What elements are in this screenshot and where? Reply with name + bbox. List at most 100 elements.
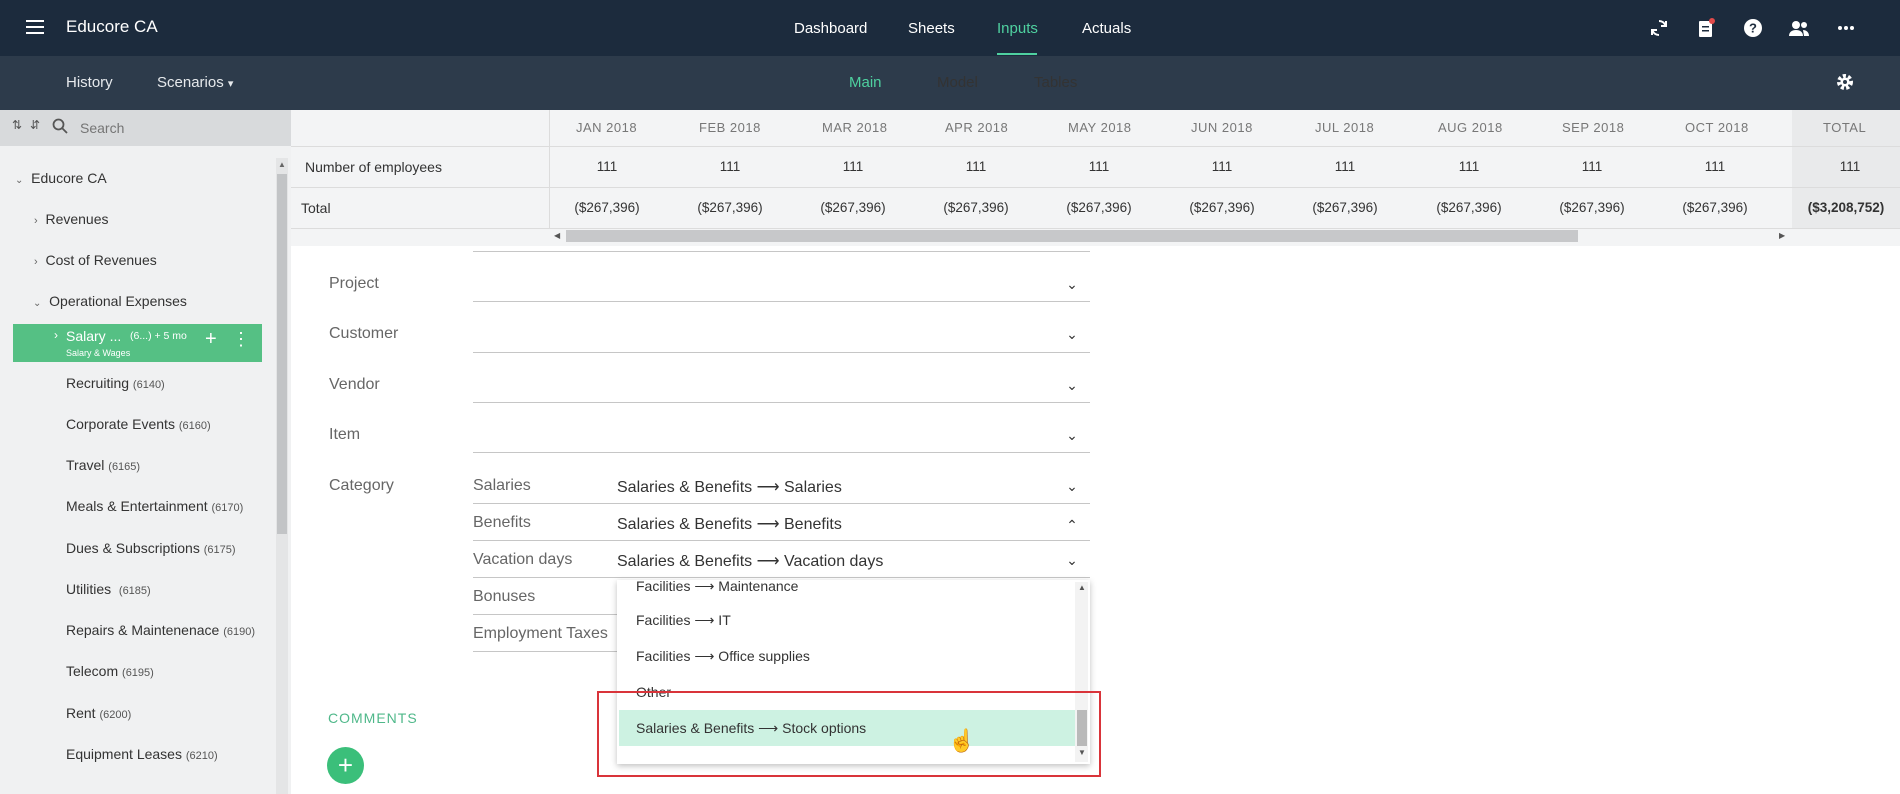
- nav-inputs[interactable]: Inputs: [997, 20, 1038, 37]
- sidebar-scroll-thumb[interactable]: [277, 174, 287, 534]
- grid-cell[interactable]: 111: [557, 159, 657, 174]
- tree-item[interactable]: Meals & Entertainment (6170): [66, 498, 243, 514]
- grid-cell: ($267,396): [1066, 200, 1132, 215]
- chevron-down-icon[interactable]: ⌄: [1064, 377, 1080, 394]
- row-label-employees: Number of employees: [305, 159, 442, 175]
- col-header-feb: FEB 2018: [699, 120, 761, 135]
- scenarios-dropdown[interactable]: Scenarios ▾: [157, 74, 233, 91]
- grid-cell[interactable]: 111: [1665, 159, 1765, 174]
- project-select[interactable]: [473, 301, 1090, 302]
- menu-icon[interactable]: [26, 20, 44, 34]
- chevron-down-icon[interactable]: ⌄: [1064, 478, 1080, 495]
- top-bar: Educore CA Dashboard Sheets Inputs Actua…: [0, 0, 1900, 56]
- add-comment-button[interactable]: +: [327, 747, 364, 784]
- active-tab-underline: [997, 53, 1037, 55]
- grid-divider: [291, 187, 1900, 188]
- dropdown-option[interactable]: Facilities ⟶ Maintenance: [636, 578, 798, 595]
- category-value[interactable]: Salaries & Benefits ⟶ Benefits: [617, 514, 842, 534]
- col-header-sep: SEP 2018: [1562, 120, 1625, 135]
- tree-item-salary-selected[interactable]: › Salary ... (6...) + 5 mo Salary & Wage…: [13, 324, 262, 362]
- grid-cell[interactable]: 111: [1295, 159, 1395, 174]
- sort-icon[interactable]: ⇵: [30, 118, 40, 132]
- hand-cursor-icon: ☝: [948, 728, 976, 753]
- selected-item-sublabel: Salary & Wages: [66, 348, 131, 358]
- grid-cell: ($267,396): [1189, 200, 1255, 215]
- dropdown-option[interactable]: Facilities ⟶ IT: [636, 612, 731, 629]
- grid-cell[interactable]: 111: [803, 159, 903, 174]
- grid-total-cell: 111: [1839, 159, 1861, 174]
- col-header-may: MAY 2018: [1068, 120, 1132, 135]
- search-input[interactable]: [80, 118, 270, 138]
- col-header-oct: OCT 2018: [1685, 120, 1749, 135]
- vendor-label: Vendor: [329, 376, 380, 393]
- col-header-jul: JUL 2018: [1315, 120, 1375, 135]
- users-icon[interactable]: [1788, 18, 1810, 38]
- tree-item[interactable]: Recruiting (6140): [66, 375, 165, 391]
- more-icon[interactable]: [1835, 18, 1857, 38]
- grid-cell[interactable]: 111: [926, 159, 1026, 174]
- grid-cell: ($267,396): [697, 200, 763, 215]
- grid-cell[interactable]: 111: [1049, 159, 1149, 174]
- tree-item-operational-expenses[interactable]: ⌄ Operational Expenses: [33, 293, 187, 309]
- tree-item[interactable]: Travel (6165): [66, 457, 140, 473]
- tree-item-cost-of-revenues[interactable]: › Cost of Revenues: [34, 252, 157, 268]
- category-value[interactable]: Salaries & Benefits ⟶ Vacation days: [617, 551, 883, 571]
- refresh-icon[interactable]: [1648, 18, 1670, 38]
- tab-tables[interactable]: Tables: [1034, 74, 1077, 91]
- chevron-down-icon[interactable]: ⌄: [1064, 276, 1080, 293]
- tree-root[interactable]: ⌄ Educore CA: [15, 170, 107, 186]
- tree-item[interactable]: Utilities (6185): [66, 581, 151, 597]
- tree-item[interactable]: Dues & Subscriptions (6175): [66, 540, 236, 556]
- nav-dashboard[interactable]: Dashboard: [794, 20, 867, 37]
- highlight-annotation-box: [597, 691, 1101, 777]
- tree-item[interactable]: Rent (6200): [66, 705, 131, 721]
- expand-collapse-icon[interactable]: ⇅: [12, 118, 22, 132]
- category-name: Vacation days: [473, 551, 573, 568]
- grid-total-cell: ($3,208,752): [1807, 200, 1885, 215]
- grid-cell: ($267,396): [943, 200, 1009, 215]
- chevron-down-icon: ⌄: [33, 298, 42, 309]
- tree-item[interactable]: Telecom (6195): [66, 663, 154, 679]
- customer-select[interactable]: [473, 352, 1090, 353]
- scroll-up-icon[interactable]: ▲: [1078, 583, 1086, 592]
- dropdown-option[interactable]: Facilities ⟶ Office supplies: [636, 648, 810, 665]
- tree-item[interactable]: Repairs & Maintenenace (6190): [66, 622, 255, 638]
- grid-horizontal-scroll-thumb[interactable]: [566, 230, 1578, 242]
- chevron-down-icon[interactable]: ⌄: [1064, 427, 1080, 444]
- field-underline: [473, 251, 1090, 252]
- history-link[interactable]: History: [66, 74, 113, 91]
- nav-sheets[interactable]: Sheets: [908, 20, 955, 37]
- chevron-right-icon: ›: [54, 328, 58, 342]
- category-name: Employment Taxes: [473, 625, 608, 642]
- svg-text:?: ?: [1749, 21, 1757, 36]
- tree-item-revenues[interactable]: › Revenues: [34, 211, 109, 227]
- nav-actuals[interactable]: Actuals: [1082, 20, 1131, 37]
- add-icon[interactable]: +: [205, 328, 217, 350]
- grid-cell[interactable]: 111: [680, 159, 780, 174]
- item-select[interactable]: [473, 452, 1090, 453]
- chevron-up-icon[interactable]: ⌃: [1064, 517, 1080, 534]
- tab-main[interactable]: Main: [849, 74, 882, 91]
- clipboard-icon[interactable]: [1695, 18, 1717, 38]
- chevron-right-icon: ›: [34, 215, 38, 227]
- scroll-right-icon[interactable]: ▶: [1779, 231, 1785, 240]
- col-header-total: TOTAL: [1823, 120, 1867, 135]
- field-underline: [473, 503, 1090, 504]
- scroll-left-icon[interactable]: ◀: [554, 231, 560, 240]
- grid-cell[interactable]: 111: [1419, 159, 1519, 174]
- vendor-select[interactable]: [473, 402, 1090, 403]
- grid-cell[interactable]: 111: [1542, 159, 1642, 174]
- grid-cell: ($267,396): [1559, 200, 1625, 215]
- chevron-down-icon[interactable]: ⌄: [1064, 326, 1080, 343]
- grid-cell[interactable]: 111: [1172, 159, 1272, 174]
- tab-model[interactable]: Model: [937, 74, 978, 91]
- gear-icon[interactable]: [1834, 72, 1856, 92]
- chevron-down-icon: ▾: [227, 78, 234, 90]
- help-icon[interactable]: ?: [1742, 18, 1764, 38]
- tree-item[interactable]: Equipment Leases (6210): [66, 746, 218, 762]
- category-value[interactable]: Salaries & Benefits ⟶ Salaries: [617, 477, 842, 497]
- scroll-up-icon[interactable]: ▲: [278, 160, 286, 169]
- kebab-menu-icon[interactable]: ⋮: [232, 328, 250, 350]
- chevron-down-icon[interactable]: ⌄: [1064, 552, 1080, 569]
- tree-item[interactable]: Corporate Events (6160): [66, 416, 211, 432]
